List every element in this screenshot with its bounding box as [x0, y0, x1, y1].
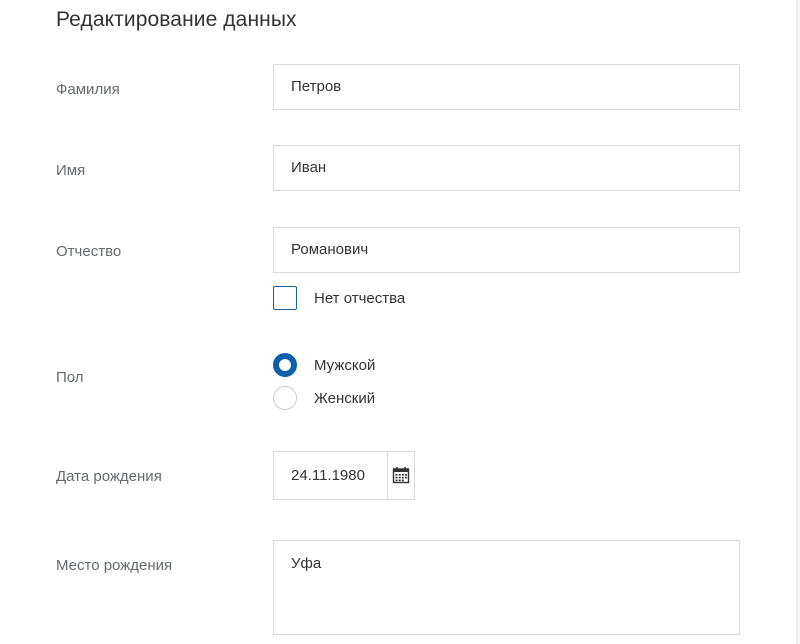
first-name-label: Имя [56, 162, 86, 179]
gender-male-radio[interactable] [273, 353, 297, 377]
birth-date-field: 24.11.1980 [273, 451, 415, 500]
middle-name-input[interactable]: Романович [273, 227, 740, 273]
page-title: Редактирование данных [56, 8, 297, 31]
calendar-button[interactable] [388, 452, 414, 499]
birth-place-label: Место рождения [56, 557, 173, 574]
gender-label: Пол [56, 369, 84, 386]
gender-male-label[interactable]: Мужской [314, 356, 375, 376]
calendar-icon [392, 467, 410, 484]
gender-female-radio[interactable] [273, 386, 297, 410]
middle-name-label: Отчество [56, 243, 122, 260]
gender-female-label[interactable]: Женский [314, 389, 375, 409]
birth-date-label: Дата рождения [56, 468, 162, 485]
birth-date-input[interactable]: 24.11.1980 [291, 452, 365, 499]
birth-place-textarea[interactable]: Уфа [273, 540, 740, 635]
last-name-input[interactable]: Петров [273, 64, 740, 110]
no-middle-name-label[interactable]: Нет отчества [314, 289, 405, 309]
no-middle-name-checkbox[interactable] [273, 286, 297, 310]
edit-data-card: Редактирование данных Фамилия Петров Имя… [0, 0, 797, 644]
last-name-label: Фамилия [56, 81, 120, 98]
first-name-input[interactable]: Иван [273, 145, 740, 191]
